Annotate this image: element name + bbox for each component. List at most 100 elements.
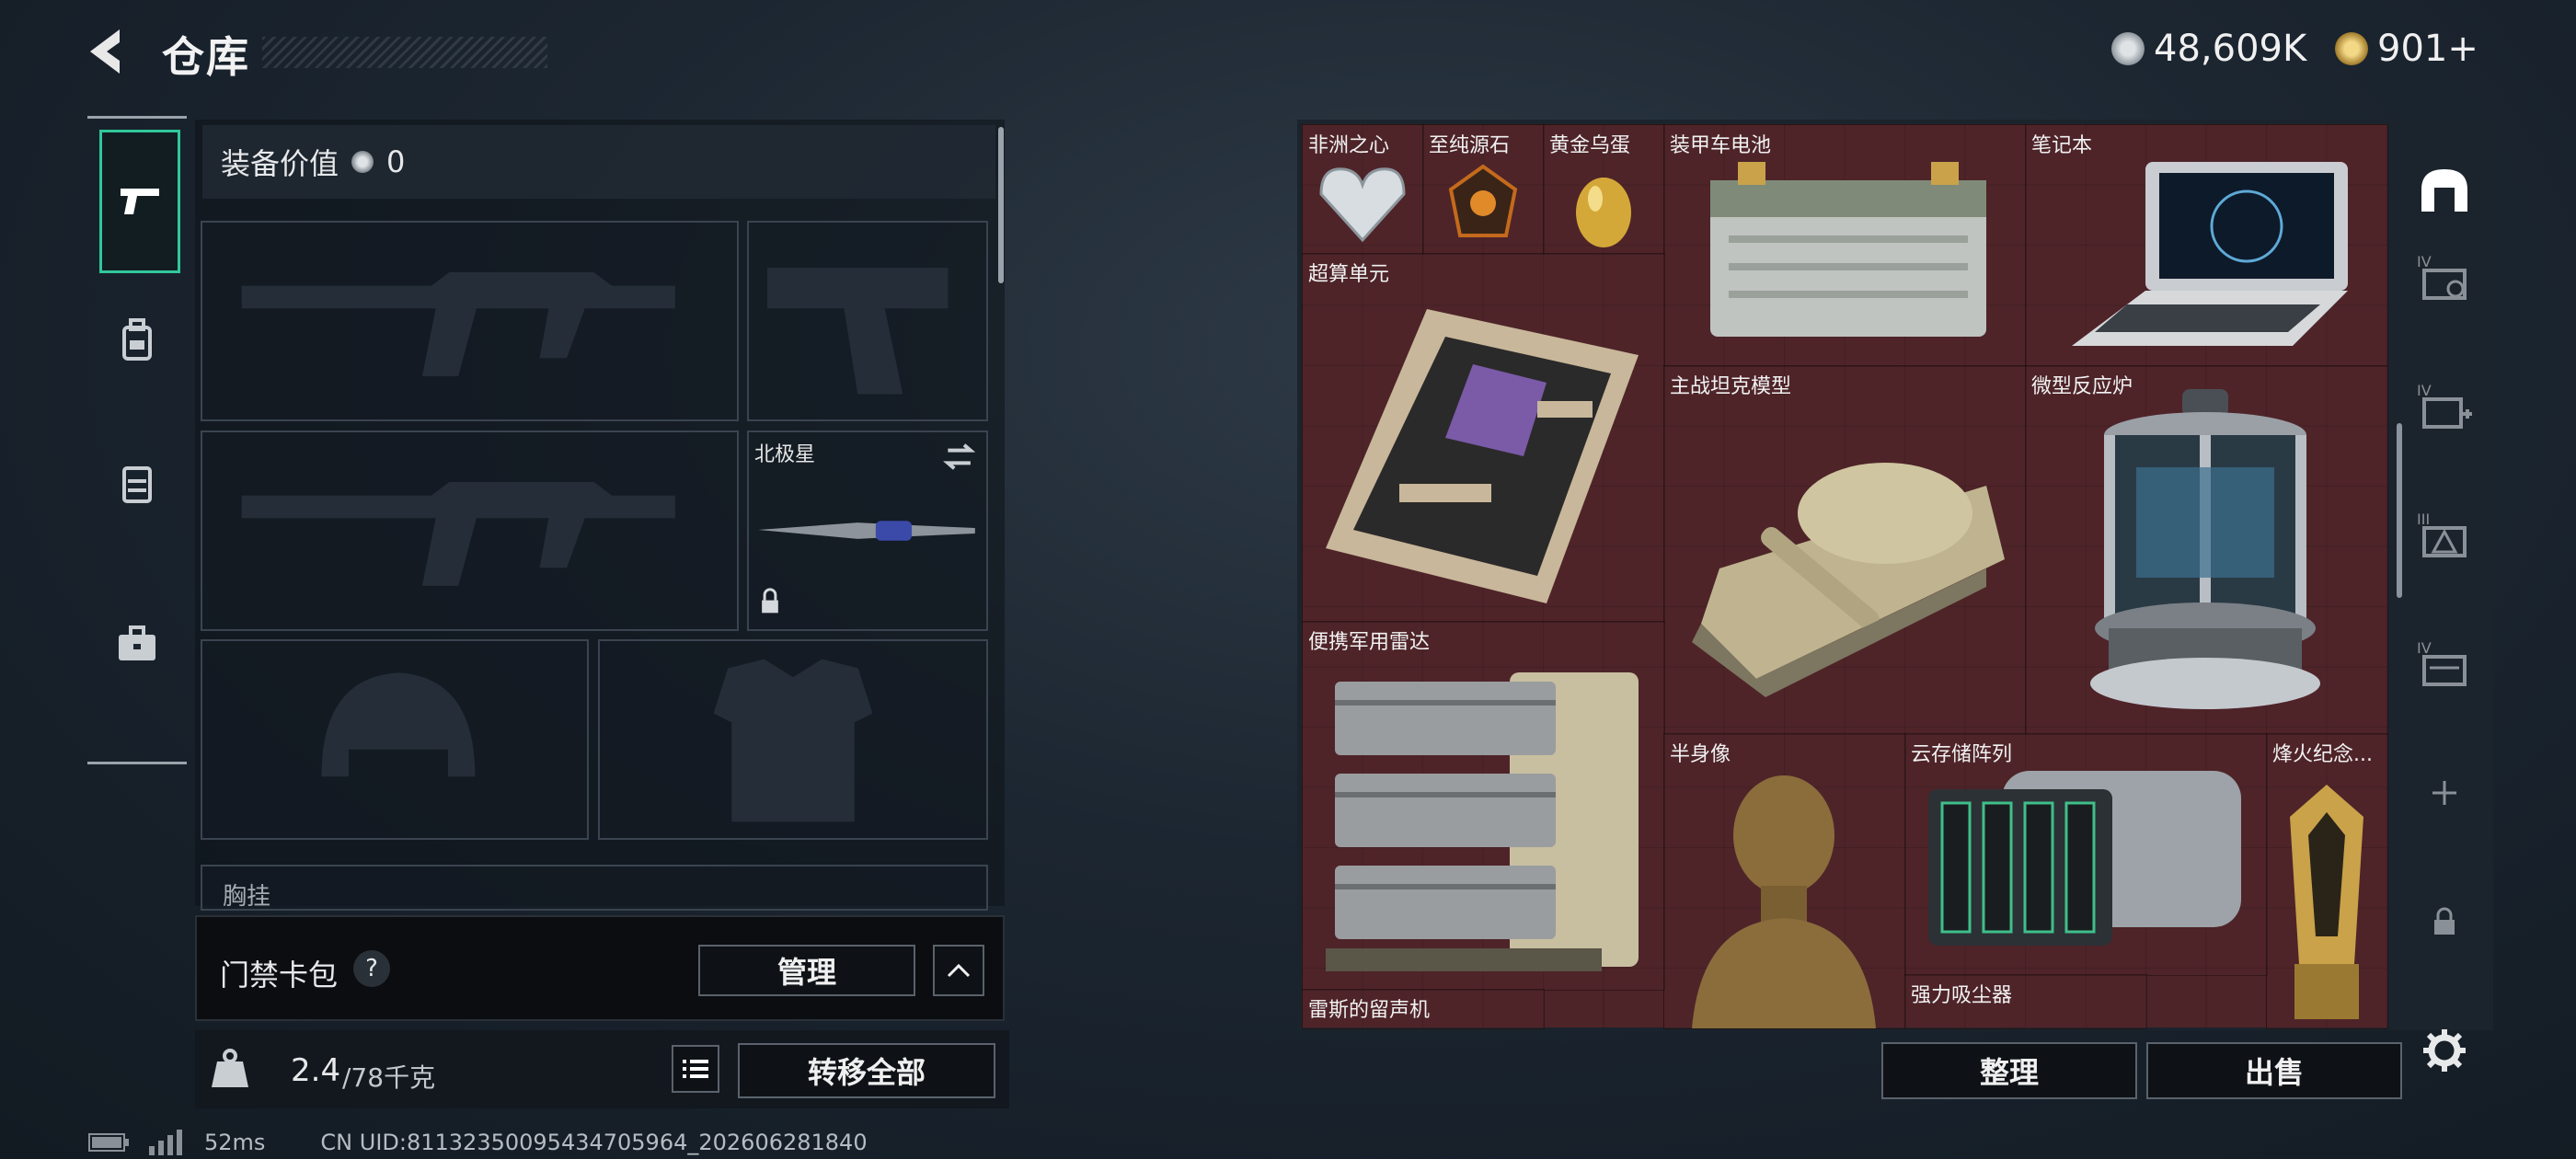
stash-item[interactable]: 微型反应炉 — [2025, 365, 2388, 735]
item-name: 雷斯的留声机 — [1308, 999, 1431, 1022]
add-stash-tab-button[interactable] — [2415, 763, 2474, 822]
armor-slot[interactable] — [598, 639, 988, 840]
server-array-icon — [1928, 771, 2241, 946]
chest-rig-slot[interactable]: 胸挂 — [201, 865, 988, 911]
list-icon — [683, 1060, 708, 1078]
svg-text:III: III — [2417, 511, 2430, 528]
stash-lock-button[interactable] — [2415, 892, 2474, 951]
uid-text: CN UID:81132350095434705964_202606281840 — [320, 1130, 868, 1155]
stash-tab-3[interactable]: IV — [2415, 377, 2474, 436]
case-add-icon: IV — [2417, 382, 2472, 429]
case-search-icon: IV — [2417, 253, 2467, 300]
item-name: 半身像 — [1670, 743, 1731, 766]
svg-text:IV: IV — [2417, 253, 2432, 270]
back-button[interactable] — [83, 26, 138, 77]
list-view-button[interactable] — [672, 1045, 719, 1093]
melee-slot[interactable]: 北极星 — [747, 430, 988, 631]
crystal-icon — [1448, 164, 1518, 237]
page-title: 仓库 — [162, 32, 250, 82]
helmet-slot[interactable] — [201, 639, 589, 840]
svg-text:IV: IV — [2417, 639, 2432, 657]
stash-item[interactable]: 烽火纪念... — [2266, 733, 2388, 1029]
weight-current: 2.4 — [291, 1052, 341, 1089]
item-name: 非洲之心 — [1308, 134, 1390, 157]
secondary-weapon-slot[interactable] — [201, 430, 739, 631]
weight-bar: 2.4 /78千克 转移全部 — [195, 1030, 1009, 1108]
item-name: 烽火纪念... — [2272, 743, 2373, 766]
tank-icon — [1692, 463, 2005, 697]
reactor-icon — [2090, 389, 2320, 709]
stash-item[interactable]: 主战坦克模型 — [1663, 365, 2027, 735]
stash-scrollbar[interactable] — [2397, 423, 2402, 598]
item-name: 强力吸尘器 — [1911, 984, 2013, 1007]
stash-item[interactable]: 笔记本 — [2025, 124, 2388, 367]
stash-tabs: IV IV III IV — [2406, 120, 2484, 1072]
transfer-all-button[interactable]: 转移全部 — [738, 1043, 995, 1098]
stash-item[interactable]: 非洲之心 — [1302, 124, 1424, 255]
equipment-scrollbar[interactable] — [998, 127, 1004, 283]
stash-item[interactable]: 半身像 — [1663, 733, 1906, 1029]
stash-grid: 非洲之心 至纯源石 黄金乌蛋 装甲车电池 笔记本 超算单元 主战坦克模型 微型反… — [1302, 124, 2388, 1029]
item-name: 至纯源石 — [1429, 134, 1511, 157]
status-bar: 52ms CN UID:81132350095434705964_2026062… — [88, 1130, 868, 1155]
battery-status-icon — [88, 1133, 129, 1152]
silver-coin-icon — [351, 151, 374, 173]
keycard-help-icon[interactable]: ? — [353, 950, 390, 987]
nav-vest[interactable] — [99, 445, 175, 521]
sort-button[interactable]: 整理 — [1881, 1042, 2137, 1099]
stash-tab-main[interactable] — [2415, 161, 2474, 220]
equipment-value-label: 装备价值 — [221, 146, 339, 181]
case-folder-icon: IV — [2417, 639, 2467, 686]
item-name: 便携军用雷达 — [1308, 631, 1431, 654]
item-name: 主战坦克模型 — [1670, 375, 1792, 398]
warehouse-icon — [2421, 169, 2467, 212]
stash-item[interactable]: 云存储阵列 — [1904, 733, 2268, 976]
silver-amount: 48,609K — [2154, 28, 2307, 70]
stash-item[interactable]: 装甲车电池 — [1663, 124, 2027, 367]
gold-currency[interactable]: 901+ — [2335, 26, 2478, 72]
equipment-value-bar: 装备价值 0 — [202, 125, 995, 199]
equipment-value: 0 — [386, 144, 406, 179]
trophy-icon — [2290, 785, 2363, 1019]
weight-max: /78千克 — [342, 1062, 436, 1093]
sidearm-slot[interactable] — [747, 221, 988, 421]
diamond-heart-icon — [1319, 167, 1406, 243]
chest-rig-label: 胸挂 — [223, 883, 271, 911]
stash-tab-4[interactable]: III — [2415, 506, 2474, 565]
nav-weapons[interactable] — [99, 130, 180, 273]
primary-weapon-slot[interactable] — [201, 221, 739, 421]
weight-kg-icon — [208, 1047, 252, 1091]
helmet-silhouette-icon — [321, 672, 476, 777]
rifle-silhouette-icon — [241, 271, 675, 376]
stash-item[interactable]: 强力吸尘器 — [1904, 974, 2147, 1029]
sell-button[interactable]: 出售 — [2146, 1042, 2402, 1099]
stash-item[interactable]: 便携军用雷达 — [1302, 621, 1665, 991]
settings-button[interactable] — [2415, 1021, 2474, 1080]
toolbox-icon — [119, 625, 155, 660]
nav-case[interactable] — [99, 606, 175, 682]
circuit-board-icon — [1326, 309, 1639, 603]
lock-icon — [2434, 907, 2455, 935]
swap-icon[interactable] — [951, 438, 984, 471]
stash-item[interactable]: 超算单元 — [1302, 253, 1665, 623]
battery-icon — [1710, 162, 1986, 337]
nav-backpack[interactable] — [99, 303, 175, 378]
manage-button[interactable]: 管理 — [698, 945, 915, 996]
radar-icon — [1326, 672, 1639, 971]
stash-tab-5[interactable]: IV — [2415, 635, 2474, 694]
expand-button[interactable] — [933, 945, 984, 996]
pistol-silhouette-icon — [767, 268, 949, 395]
chevron-up-icon — [947, 963, 971, 978]
stash-item[interactable]: 至纯源石 — [1422, 124, 1545, 255]
gold-amount: 901+ — [2377, 28, 2478, 70]
stash-item[interactable]: 雷斯的留声机 — [1302, 989, 1545, 1029]
vest-silhouette-icon — [713, 659, 873, 822]
category-nav — [87, 116, 187, 764]
stash-tab-2[interactable]: IV — [2415, 248, 2474, 307]
bust-icon — [1692, 775, 1876, 1028]
pistol-icon — [121, 189, 159, 214]
silver-currency: 48,609K — [2111, 26, 2306, 72]
golden-egg-icon — [1576, 178, 1631, 247]
stash-item[interactable]: 黄金乌蛋 — [1543, 124, 1665, 255]
rifle-silhouette-icon — [241, 481, 675, 586]
